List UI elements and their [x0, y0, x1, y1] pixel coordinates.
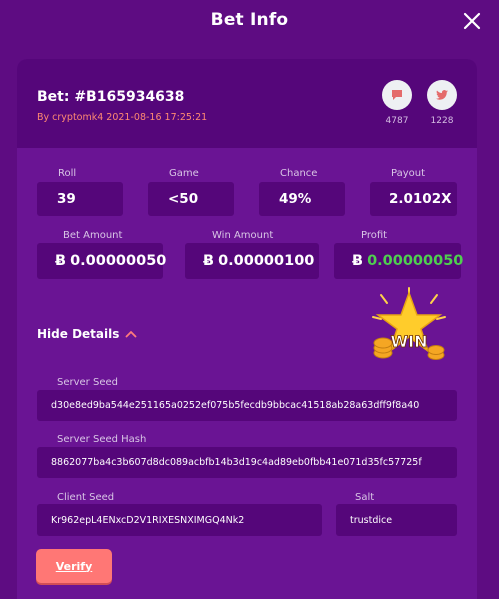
bet-id: Bet: #B165934638: [37, 89, 185, 105]
bet-amount-value: Ƀ 0.00000050: [37, 243, 167, 279]
roll-value: 39: [37, 182, 123, 216]
bet-author-date: By cryptomk4 2021-08-16 17:25:21: [37, 112, 208, 123]
roll-label: Roll: [58, 168, 77, 179]
chevron-up-icon: [125, 331, 137, 338]
btc-symbol-icon: Ƀ: [352, 253, 364, 269]
bet-info-card: Bet: #B165934638 By cryptomk4 2021-08-16…: [17, 59, 477, 599]
salt-field[interactable]: trustdice: [336, 504, 457, 536]
payout-label: Payout: [391, 168, 426, 179]
profit-text: 0.00000050: [367, 253, 464, 269]
modal-title: Bet Info: [210, 10, 289, 30]
server-seed-hash-text: 8862077ba4c3b607d8dc089acbfb14b3d19c4ad8…: [51, 457, 422, 468]
chat-count: 4787: [385, 116, 409, 126]
payout-value: 2.0102X: [370, 182, 457, 216]
close-icon[interactable]: [461, 10, 483, 32]
modal-header: Bet Info: [0, 0, 499, 44]
chat-share-button[interactable]: [382, 80, 412, 110]
server-seed-label: Server Seed: [57, 377, 118, 388]
server-seed-hash-label: Server Seed Hash: [57, 434, 147, 445]
profit-label: Profit: [361, 230, 388, 241]
roll-value-text: 39: [57, 191, 76, 207]
chance-value-text: 49%: [279, 191, 312, 207]
game-value-text: <50: [168, 191, 199, 207]
salt-label: Salt: [355, 492, 375, 503]
chat-icon: [392, 90, 402, 100]
win-amount-label: Win Amount: [212, 230, 274, 241]
server-seed-text: d30e8ed9ba544e251165a0252ef075b5fecdb9bb…: [51, 400, 420, 411]
game-label: Game: [169, 168, 199, 179]
hide-details-label: Hide Details: [37, 327, 120, 341]
client-seed-text: Kr962epL4ENxcD2V1RIXESNXIMGQ4Nk2: [51, 514, 245, 526]
hide-details-toggle[interactable]: Hide Details: [37, 327, 137, 341]
salt-text: trustdice: [350, 514, 393, 526]
bet-amount-label: Bet Amount: [63, 230, 123, 241]
bet-summary-header: Bet: #B165934638 By cryptomk4 2021-08-16…: [17, 59, 477, 148]
chance-value: 49%: [259, 182, 345, 216]
server-seed-field[interactable]: d30e8ed9ba544e251165a0252ef075b5fecdb9bb…: [37, 390, 457, 421]
win-badge-icon: WIN: [372, 287, 446, 360]
win-amount-text: 0.00000100: [218, 253, 315, 269]
twitter-count: 1228: [430, 116, 454, 126]
client-seed-label: Client Seed: [57, 492, 115, 503]
profit-value: Ƀ 0.00000050: [334, 243, 464, 279]
client-seed-field[interactable]: Kr962epL4ENxcD2V1RIXESNXIMGQ4Nk2: [37, 504, 322, 536]
server-seed-hash-field[interactable]: 8862077ba4c3b607d8dc089acbfb14b3d19c4ad8…: [37, 447, 457, 478]
payout-value-text: 2.0102X: [389, 191, 452, 207]
verify-button[interactable]: Verify: [36, 549, 112, 583]
game-value: <50: [148, 182, 234, 216]
btc-symbol-icon: Ƀ: [55, 253, 67, 269]
bet-amount-text: 0.00000050: [70, 253, 167, 269]
win-badge-text: WIN: [391, 332, 428, 351]
twitter-share-button[interactable]: [427, 80, 457, 110]
twitter-icon: [436, 90, 448, 100]
btc-symbol-icon: Ƀ: [203, 253, 215, 269]
win-amount-value: Ƀ 0.00000100: [185, 243, 319, 279]
chance-label: Chance: [280, 168, 318, 179]
